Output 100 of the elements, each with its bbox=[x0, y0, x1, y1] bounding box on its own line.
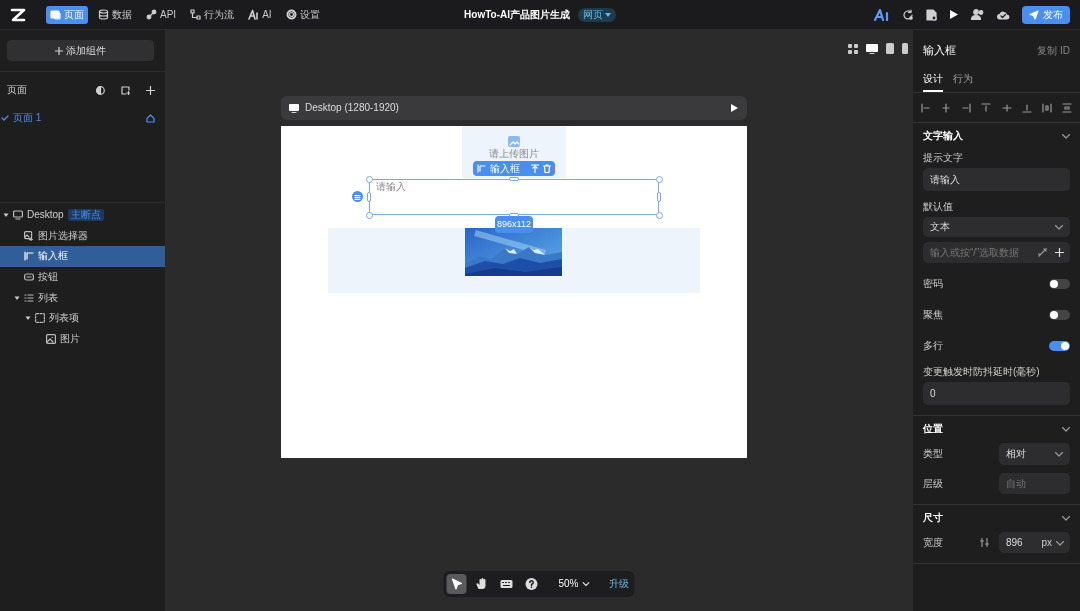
list-icon bbox=[24, 292, 34, 303]
toggle-label: 聚焦 bbox=[923, 309, 943, 322]
desktop-icon bbox=[289, 103, 299, 113]
section-title: 位置 bbox=[923, 423, 944, 436]
page-item[interactable]: 页面 1 bbox=[1, 112, 155, 124]
input-box[interactable]: 请输入 bbox=[369, 179, 659, 215]
text-field[interactable]: 请输入 bbox=[923, 168, 1070, 192]
tree-item[interactable]: 图片 bbox=[0, 328, 165, 350]
panel-title: 输入框 bbox=[923, 44, 957, 58]
placeholder-text: 请输入 bbox=[376, 181, 406, 193]
chevron-down-icon[interactable] bbox=[1062, 133, 1070, 139]
caret-icon[interactable] bbox=[14, 294, 20, 301]
align-right-icon[interactable] bbox=[961, 103, 972, 114]
grid-icon[interactable] bbox=[848, 43, 858, 54]
resize-handle[interactable] bbox=[656, 212, 663, 219]
zoom-dropdown[interactable]: 50% bbox=[552, 577, 596, 591]
add-component-button[interactable]: 添加组件 bbox=[7, 40, 154, 61]
add-folder-icon[interactable] bbox=[121, 85, 130, 95]
resize-handle[interactable] bbox=[366, 176, 373, 183]
sliders-icon[interactable] bbox=[980, 538, 989, 548]
play-icon[interactable] bbox=[730, 103, 739, 113]
ai-icon[interactable] bbox=[874, 8, 890, 21]
distribute-horizontal-icon[interactable] bbox=[1041, 103, 1052, 114]
nav-tab[interactable]: API bbox=[142, 5, 181, 24]
upgrade-link[interactable]: 升级 bbox=[608, 578, 629, 590]
field-label: 层级 bbox=[923, 477, 944, 490]
contrast-icon[interactable] bbox=[96, 85, 105, 95]
nav-tab[interactable]: 设置 bbox=[281, 5, 324, 24]
section-title: 页面 bbox=[7, 84, 28, 96]
desktop-icon[interactable] bbox=[866, 43, 878, 54]
text-field[interactable]: 0 bbox=[923, 382, 1070, 406]
tree-item[interactable]: 列表 bbox=[0, 287, 165, 308]
field-label: 类型 bbox=[923, 448, 944, 461]
api-icon bbox=[146, 9, 157, 20]
tree-item[interactable]: Desktop 主断点 bbox=[0, 205, 165, 226]
data-input-field[interactable]: 输入或按“/”选取数据 bbox=[923, 242, 1070, 264]
distribute-vertical-icon[interactable] bbox=[1062, 103, 1072, 114]
select-field[interactable]: 相对 bbox=[999, 443, 1070, 466]
mobile-icon[interactable] bbox=[902, 43, 908, 54]
device-label: Desktop (1280-1920) bbox=[305, 102, 400, 114]
toggle-switch[interactable] bbox=[1049, 341, 1070, 352]
logo-icon[interactable] bbox=[10, 7, 26, 22]
magic-wand-icon[interactable] bbox=[1038, 248, 1047, 258]
page-type-dropdown[interactable]: 网页 bbox=[577, 7, 616, 22]
align-middle-icon[interactable] bbox=[1001, 103, 1012, 114]
field-label: 默认值 bbox=[923, 201, 954, 214]
resize-handle[interactable] bbox=[509, 177, 519, 181]
section-title: 文字输入 bbox=[923, 130, 964, 143]
image-add-icon bbox=[24, 230, 34, 241]
align-top-icon[interactable] bbox=[981, 103, 992, 114]
tree-item[interactable]: 图片选择器 bbox=[0, 225, 165, 247]
unit-select[interactable]: px bbox=[1041, 537, 1064, 550]
tree-item[interactable]: 列表项 bbox=[0, 307, 165, 329]
cloud-icon[interactable] bbox=[996, 9, 1010, 20]
refresh-icon[interactable] bbox=[902, 8, 914, 21]
plus-icon[interactable] bbox=[146, 85, 155, 95]
component-label: 输入框 bbox=[490, 162, 521, 175]
nav-tab[interactable]: AI bbox=[244, 5, 276, 24]
play-icon[interactable] bbox=[949, 9, 959, 20]
align-bottom-icon[interactable] bbox=[1021, 103, 1032, 114]
dashed-box-icon bbox=[35, 313, 45, 324]
toggle-switch[interactable] bbox=[1049, 310, 1070, 321]
check-icon bbox=[1, 115, 9, 121]
send-icon bbox=[1029, 9, 1039, 20]
tree-item[interactable]: 输入框 bbox=[0, 246, 165, 267]
monitor-icon bbox=[13, 210, 23, 221]
pin-icon[interactable] bbox=[531, 164, 539, 173]
tree-item[interactable]: 按钮 bbox=[0, 266, 165, 288]
copy-id-link[interactable]: 复制 ID bbox=[1037, 44, 1070, 57]
resize-handle[interactable] bbox=[366, 212, 373, 219]
drag-handle-icon[interactable] bbox=[352, 191, 363, 202]
keyboard-icon bbox=[499, 577, 514, 591]
users-icon[interactable] bbox=[971, 9, 984, 20]
nav-tab[interactable]: 行为流 bbox=[186, 5, 239, 24]
document-settings-icon[interactable] bbox=[926, 8, 937, 21]
home-icon[interactable] bbox=[146, 113, 155, 123]
flow-icon bbox=[190, 9, 202, 20]
section-title: 尺寸 bbox=[923, 512, 944, 525]
align-left-icon[interactable] bbox=[921, 103, 931, 114]
panel-tab[interactable]: 设计 bbox=[923, 73, 943, 93]
trash-icon[interactable] bbox=[543, 164, 551, 173]
plus-icon[interactable] bbox=[1055, 248, 1064, 258]
toggle-switch[interactable] bbox=[1049, 279, 1070, 290]
caret-icon[interactable] bbox=[25, 315, 31, 322]
tool-button[interactable] bbox=[446, 574, 467, 594]
button-icon bbox=[24, 272, 34, 283]
chevron-down-icon bbox=[1055, 451, 1063, 457]
text-field[interactable]: 自动 bbox=[999, 473, 1070, 495]
toggle-label: 多行 bbox=[923, 340, 943, 353]
chevron-down-icon bbox=[582, 581, 590, 587]
select-field[interactable]: 文本 bbox=[923, 217, 1070, 238]
align-center-icon[interactable] bbox=[941, 103, 952, 114]
size-label: 896x112 bbox=[495, 216, 533, 233]
chevron-down-icon[interactable] bbox=[1062, 426, 1070, 432]
input-icon bbox=[477, 164, 486, 173]
panel-tab[interactable]: 行为 bbox=[953, 73, 973, 93]
caret-icon[interactable] bbox=[3, 212, 9, 219]
resize-handle[interactable] bbox=[656, 176, 663, 183]
nav-tab[interactable]: 数据 bbox=[94, 5, 136, 24]
chevron-down-icon[interactable] bbox=[1062, 515, 1070, 521]
